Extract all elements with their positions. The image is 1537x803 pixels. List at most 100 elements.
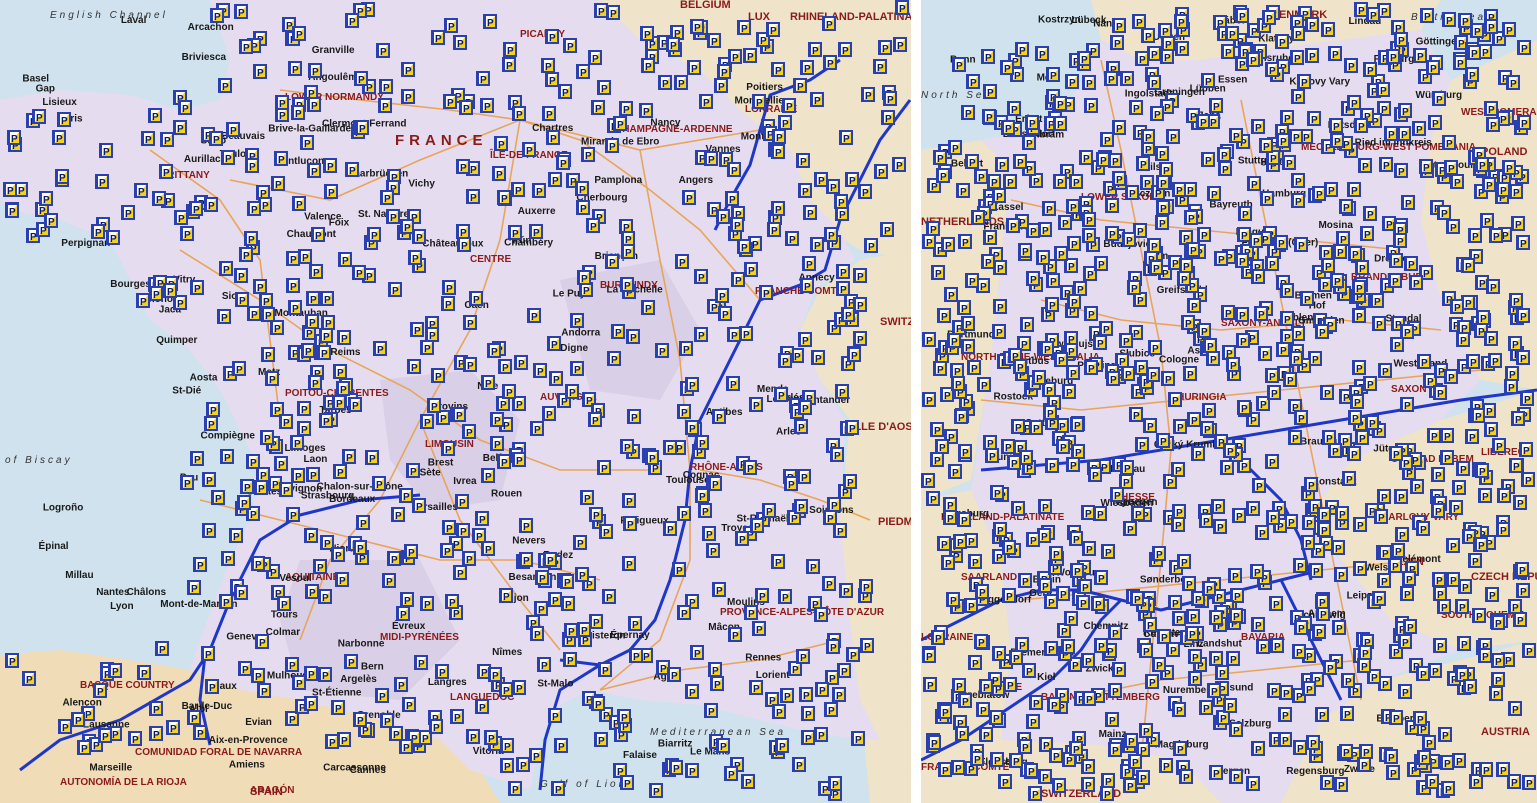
parking-marker-icon[interactable]: P — [576, 64, 590, 79]
parking-marker-icon[interactable]: P — [1468, 228, 1482, 243]
parking-marker-icon[interactable]: P — [767, 222, 781, 237]
parking-marker-icon[interactable]: P — [1442, 12, 1456, 27]
parking-marker-icon[interactable]: P — [622, 556, 636, 571]
parking-marker-icon[interactable]: P — [1186, 609, 1200, 624]
parking-marker-icon[interactable]: P — [1185, 626, 1199, 641]
parking-marker-icon[interactable]: P — [737, 239, 751, 254]
parking-marker-icon[interactable]: P — [923, 677, 937, 692]
parking-marker-icon[interactable]: P — [970, 751, 984, 766]
parking-marker-icon[interactable]: P — [1061, 639, 1075, 654]
parking-marker-icon[interactable]: P — [1070, 563, 1084, 578]
parking-marker-icon[interactable]: P — [1427, 428, 1441, 443]
parking-marker-icon[interactable]: P — [778, 353, 792, 368]
parking-marker-icon[interactable]: P — [772, 704, 786, 719]
parking-marker-icon[interactable]: P — [1166, 642, 1180, 657]
parking-marker-icon[interactable]: P — [1402, 571, 1416, 586]
parking-marker-icon[interactable]: P — [766, 22, 780, 37]
parking-marker-icon[interactable]: P — [543, 552, 557, 567]
parking-marker-icon[interactable]: P — [286, 278, 300, 293]
parking-marker-icon[interactable]: P — [1378, 363, 1392, 378]
parking-marker-icon[interactable]: P — [1211, 499, 1225, 514]
parking-marker-icon[interactable]: P — [420, 414, 434, 429]
parking-marker-icon[interactable]: P — [941, 237, 955, 252]
parking-marker-icon[interactable]: P — [1360, 226, 1374, 241]
parking-marker-icon[interactable]: P — [597, 80, 611, 95]
parking-marker-icon[interactable]: P — [927, 735, 941, 750]
parking-marker-icon[interactable]: P — [337, 732, 351, 747]
parking-marker-icon[interactable]: P — [136, 293, 150, 308]
parking-marker-icon[interactable]: P — [695, 435, 709, 450]
parking-marker-icon[interactable]: P — [219, 261, 233, 276]
parking-marker-icon[interactable]: P — [333, 364, 347, 379]
parking-marker-icon[interactable]: P — [500, 758, 514, 773]
parking-marker-icon[interactable]: P — [982, 109, 996, 124]
parking-marker-icon[interactable]: P — [1294, 410, 1308, 425]
parking-marker-icon[interactable]: P — [187, 580, 201, 595]
parking-marker-icon[interactable]: P — [1300, 291, 1314, 306]
parking-marker-icon[interactable]: P — [320, 291, 334, 306]
parking-marker-icon[interactable]: P — [99, 143, 113, 158]
parking-marker-icon[interactable]: P — [1218, 161, 1232, 176]
parking-marker-icon[interactable]: P — [1403, 619, 1417, 634]
parking-marker-icon[interactable]: P — [993, 522, 1007, 537]
parking-marker-icon[interactable]: P — [456, 523, 470, 538]
parking-marker-icon[interactable]: P — [1152, 657, 1166, 672]
parking-marker-icon[interactable]: P — [995, 157, 1009, 172]
parking-marker-icon[interactable]: P — [823, 510, 837, 525]
parking-marker-icon[interactable]: P — [952, 57, 966, 72]
parking-marker-icon[interactable]: P — [1484, 331, 1498, 346]
parking-marker-icon[interactable]: P — [1266, 510, 1280, 525]
parking-marker-icon[interactable]: P — [1431, 467, 1445, 482]
parking-marker-icon[interactable]: P — [275, 95, 289, 110]
parking-marker-icon[interactable]: P — [1377, 573, 1391, 588]
parking-marker-icon[interactable]: P — [1035, 46, 1049, 61]
parking-marker-icon[interactable]: P — [1179, 258, 1193, 273]
parking-marker-icon[interactable]: P — [220, 449, 234, 464]
parking-marker-icon[interactable]: P — [845, 172, 859, 187]
parking-marker-icon[interactable]: P — [581, 147, 595, 162]
parking-marker-icon[interactable]: P — [1119, 333, 1133, 348]
parking-marker-icon[interactable]: P — [548, 592, 562, 607]
parking-marker-icon[interactable]: P — [838, 42, 852, 57]
parking-marker-icon[interactable]: P — [1123, 521, 1137, 536]
parking-marker-icon[interactable]: P — [1202, 581, 1216, 596]
parking-marker-icon[interactable]: P — [1355, 430, 1369, 445]
parking-marker-icon[interactable]: P — [1181, 315, 1195, 330]
parking-marker-icon[interactable]: P — [292, 196, 306, 211]
parking-marker-icon[interactable]: P — [961, 339, 975, 354]
france-map-canvas[interactable]: FRANCEEnglish Channelof BiscayMediterran… — [0, 0, 911, 803]
parking-marker-icon[interactable]: P — [645, 450, 659, 465]
parking-marker-icon[interactable]: P — [226, 122, 240, 137]
parking-marker-icon[interactable]: P — [588, 50, 602, 65]
parking-marker-icon[interactable]: P — [1099, 321, 1113, 336]
parking-marker-icon[interactable]: P — [1446, 538, 1460, 553]
parking-marker-icon[interactable]: P — [1187, 298, 1201, 313]
parking-marker-icon[interactable]: P — [7, 130, 21, 145]
parking-marker-icon[interactable]: P — [1006, 218, 1020, 233]
parking-marker-icon[interactable]: P — [344, 654, 358, 669]
parking-marker-icon[interactable]: P — [1400, 324, 1414, 339]
parking-marker-icon[interactable]: P — [1440, 450, 1454, 465]
parking-marker-icon[interactable]: P — [431, 368, 445, 383]
parking-marker-icon[interactable]: P — [1391, 543, 1405, 558]
parking-marker-icon[interactable]: P — [1416, 666, 1430, 681]
parking-marker-icon[interactable]: P — [1062, 384, 1076, 399]
parking-marker-icon[interactable]: P — [1413, 48, 1427, 63]
parking-marker-icon[interactable]: P — [1433, 385, 1447, 400]
parking-marker-icon[interactable]: P — [762, 503, 776, 518]
parking-marker-icon[interactable]: P — [990, 485, 1004, 500]
parking-marker-icon[interactable]: P — [22, 671, 36, 686]
parking-marker-icon[interactable]: P — [499, 682, 513, 697]
parking-marker-icon[interactable]: P — [519, 518, 533, 533]
parking-marker-icon[interactable]: P — [1341, 673, 1355, 688]
parking-marker-icon[interactable]: P — [834, 194, 848, 209]
parking-marker-icon[interactable]: P — [859, 579, 873, 594]
parking-marker-icon[interactable]: P — [1184, 210, 1198, 225]
parking-marker-icon[interactable]: P — [1502, 160, 1516, 175]
parking-marker-icon[interactable]: P — [306, 291, 320, 306]
parking-marker-icon[interactable]: P — [1105, 226, 1119, 241]
parking-marker-icon[interactable]: P — [1276, 133, 1290, 148]
parking-marker-icon[interactable]: P — [229, 528, 243, 543]
parking-marker-icon[interactable]: P — [1226, 357, 1240, 372]
parking-marker-icon[interactable]: P — [529, 748, 543, 763]
